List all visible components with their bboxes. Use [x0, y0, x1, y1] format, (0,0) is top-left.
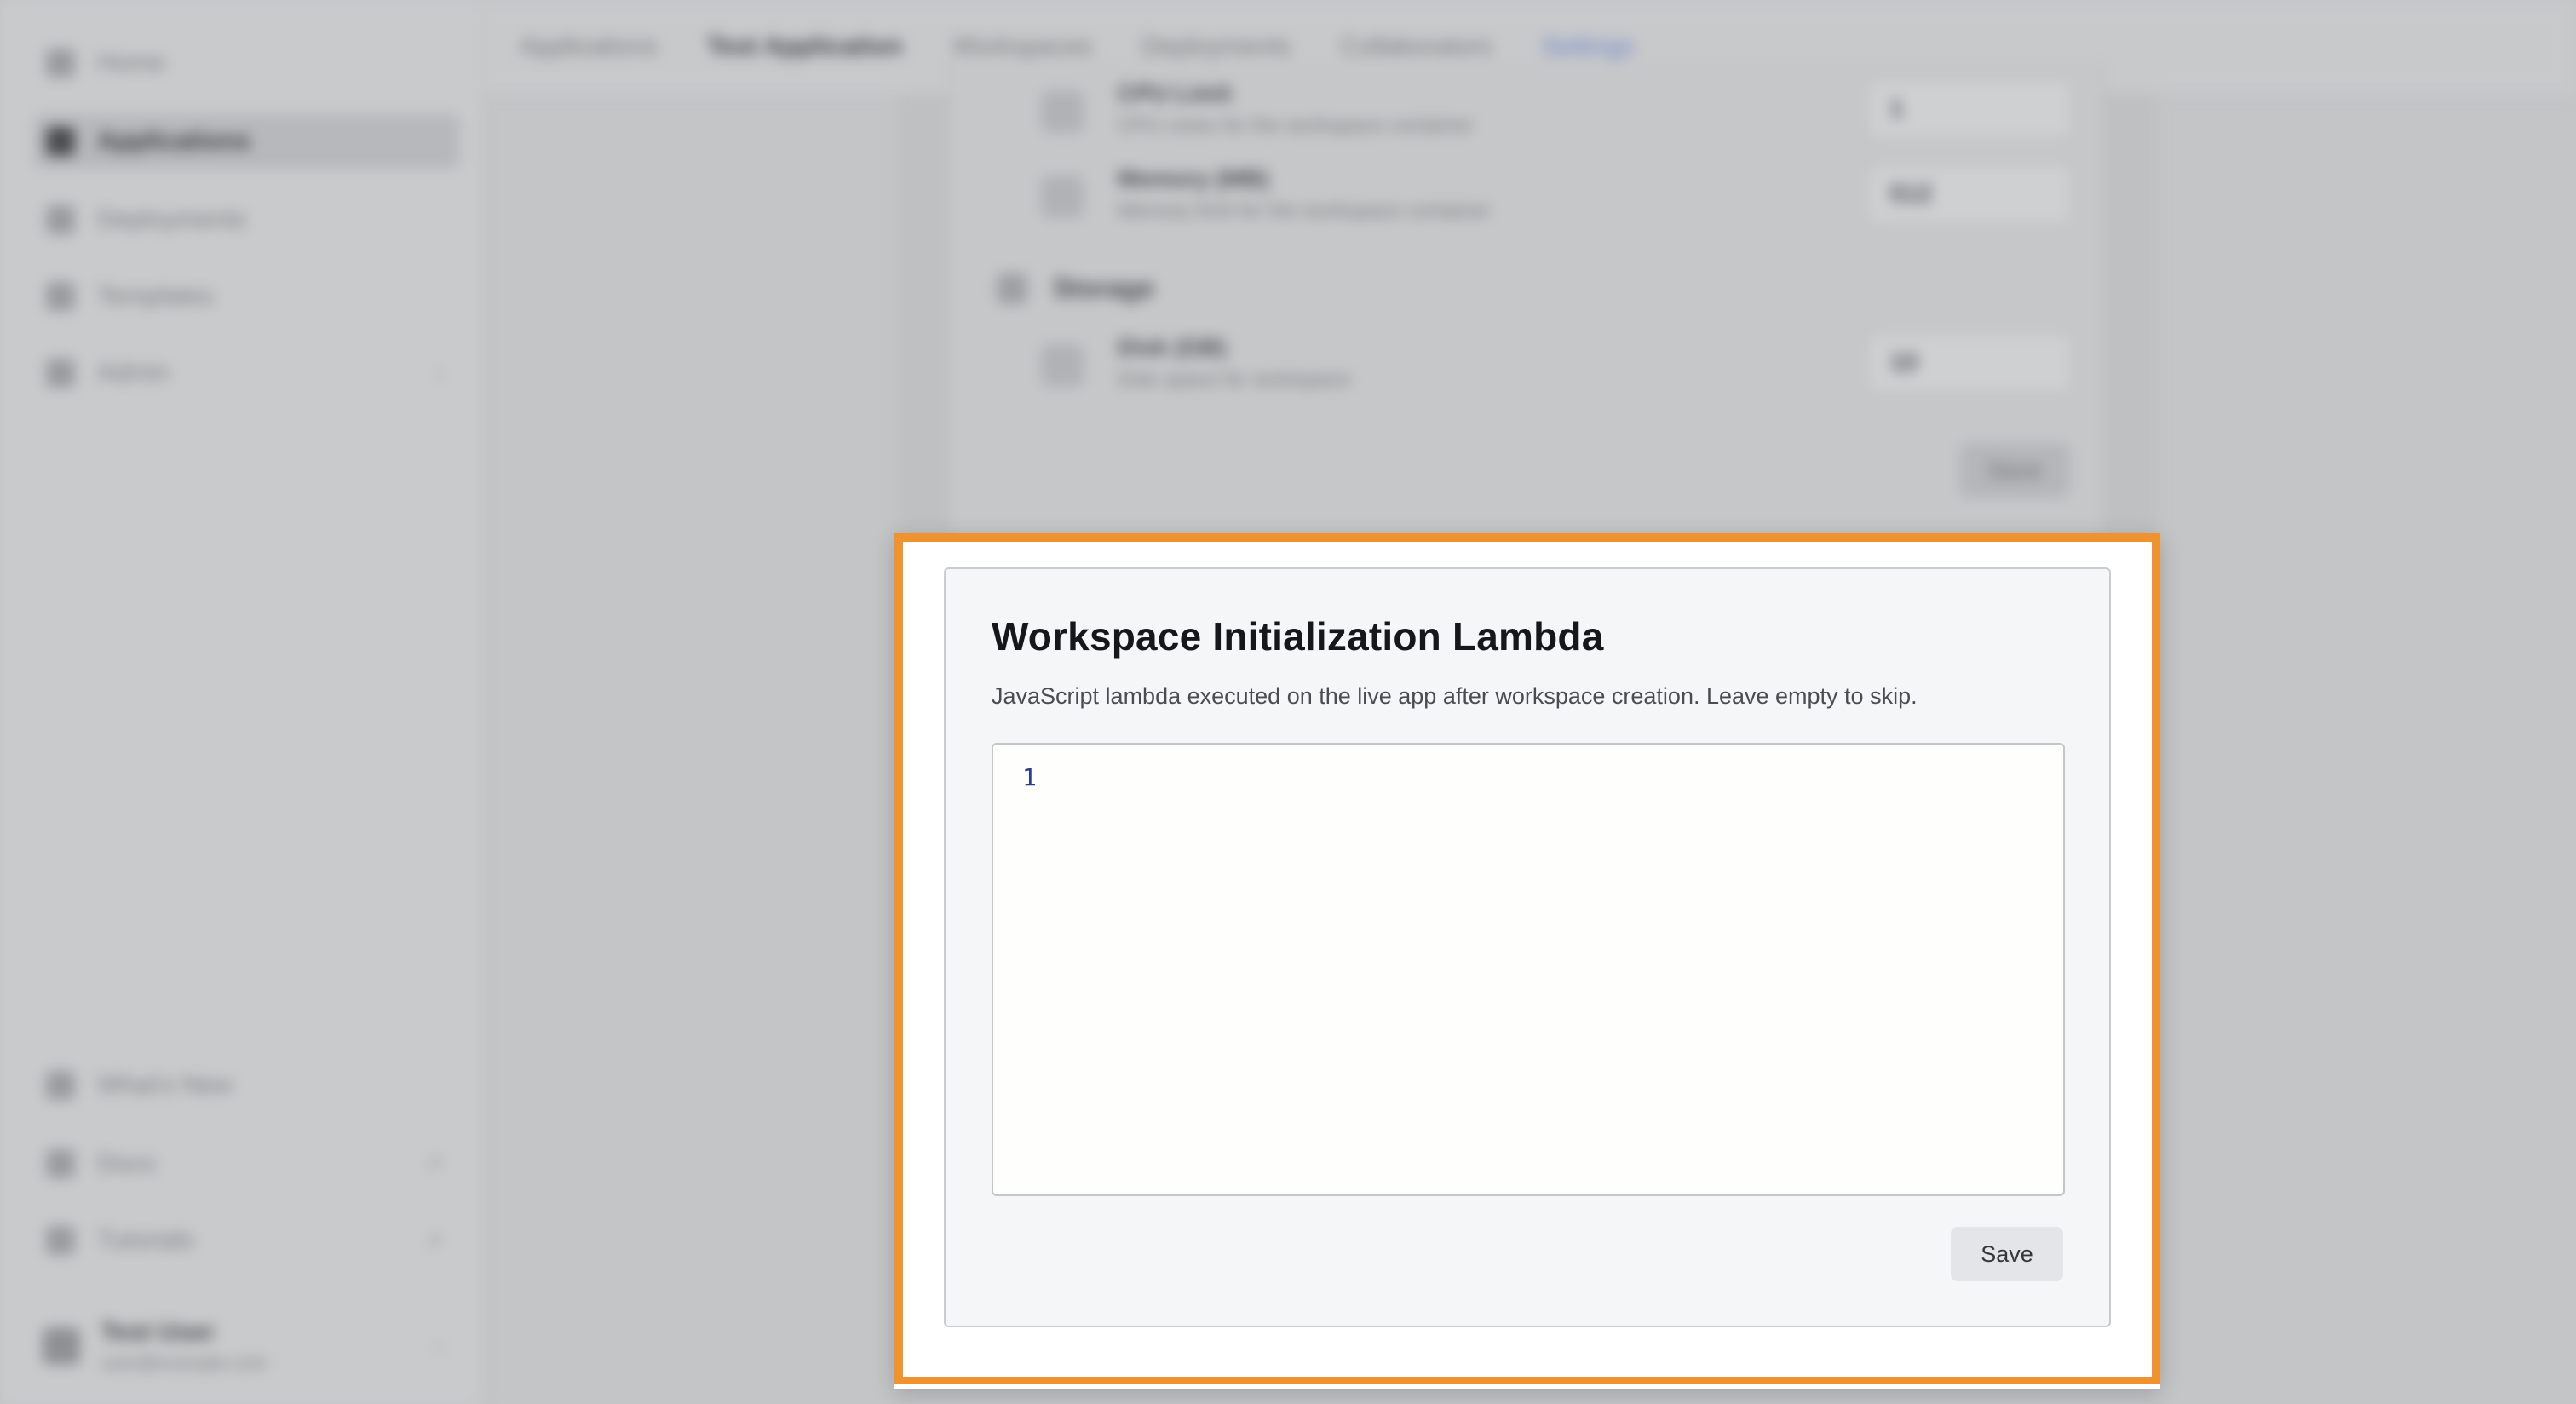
- external-link-icon: ↗: [424, 1227, 443, 1253]
- save-button[interactable]: Save: [1951, 1227, 2063, 1281]
- setting-title: CPU Limit: [1118, 80, 1232, 106]
- code-editor[interactable]: 1: [992, 743, 2065, 1196]
- sidebar-item-label: Templates: [97, 282, 214, 310]
- sidebar-item-admin[interactable]: Admin ›: [34, 346, 460, 400]
- setting-title: Disk (GB): [1118, 334, 1227, 360]
- sidebar-item-label: Docs: [97, 1149, 156, 1177]
- sidebar-item-applications[interactable]: Applications: [34, 114, 460, 169]
- sidebar-item-home[interactable]: Home: [34, 36, 460, 90]
- sidebar: Home Applications Deployments Templates …: [0, 0, 482, 1404]
- disk-input[interactable]: 10: [1867, 332, 2072, 394]
- sidebar-item-label: Tutorials: [97, 1226, 194, 1254]
- external-link-icon: ↗: [424, 1150, 443, 1177]
- cpu-input[interactable]: 1: [1867, 78, 2072, 140]
- sidebar-item-tutorials[interactable]: Tutorials ↗: [34, 1213, 460, 1268]
- tab-applications[interactable]: Applications: [520, 32, 658, 61]
- disk-icon: [1041, 344, 1084, 387]
- shield-icon: [46, 359, 75, 388]
- user-email: user@example.com: [101, 1352, 267, 1373]
- home-icon: [46, 49, 75, 78]
- template-icon: [46, 282, 75, 311]
- tab-workspaces[interactable]: Workspaces: [952, 32, 1093, 61]
- settings-save-button[interactable]: Save: [1959, 443, 2070, 498]
- dialog-description: JavaScript lambda executed on the live a…: [992, 683, 1918, 709]
- setting-title: Memory (MB): [1118, 165, 1269, 192]
- book-icon: [46, 1149, 75, 1178]
- memory-input[interactable]: 512: [1867, 164, 2072, 225]
- sidebar-item-docs[interactable]: Docs ↗: [34, 1136, 460, 1191]
- sidebar-item-label: Admin: [97, 359, 170, 387]
- app-window: Home Applications Deployments Templates …: [0, 0, 2576, 1404]
- user-menu[interactable]: Test User user@example.com ›: [34, 1308, 460, 1384]
- memory-icon: [1041, 176, 1084, 218]
- tab-collaborators[interactable]: Collaborators: [1340, 32, 1492, 61]
- sidebar-item-templates[interactable]: Templates: [34, 269, 460, 324]
- sidebar-item-label: Applications: [97, 127, 251, 155]
- tab-settings[interactable]: Settings: [1541, 32, 1635, 75]
- setting-description: Memory limit for the workspace container: [1118, 199, 1491, 222]
- cpu-icon: [1041, 90, 1084, 133]
- tab-test-application[interactable]: Test Application: [707, 32, 903, 61]
- user-name: Test User: [101, 1318, 216, 1346]
- play-icon: [46, 1226, 75, 1255]
- setting-description: CPU cores for the workspace container: [1118, 114, 1474, 137]
- chevron-right-icon: ›: [435, 1332, 443, 1359]
- line-number: 1: [1022, 763, 1037, 791]
- tab-deployments[interactable]: Deployments: [1141, 32, 1291, 61]
- info-icon: [46, 1071, 75, 1100]
- setting-memory: Memory (MB) Memory limit for the workspa…: [1041, 164, 2072, 240]
- setting-description: Disk space for workspace: [1118, 368, 1351, 391]
- setting-cpu: CPU Limit CPU cores for the workspace co…: [1041, 78, 2072, 155]
- sidebar-item-deployments[interactable]: Deployments: [34, 193, 460, 247]
- storage-icon: [997, 273, 1027, 304]
- grid-icon: [46, 127, 75, 156]
- rocket-icon: [46, 205, 75, 234]
- setting-disk: Disk (GB) Disk space for workspace 10: [1041, 332, 2072, 409]
- sidebar-item-label: Deployments: [97, 205, 247, 233]
- dialog-title: Workspace Initialization Lambda: [992, 614, 1604, 659]
- sidebar-item-label: Home: [97, 49, 166, 77]
- avatar: [43, 1327, 80, 1365]
- sidebar-item-whats-new[interactable]: What's New: [34, 1058, 460, 1113]
- chevron-right-icon: ›: [435, 360, 443, 386]
- section-title: Storage: [997, 273, 1154, 304]
- sidebar-item-label: What's New: [97, 1071, 233, 1099]
- modal-frame-edge: [894, 1384, 2160, 1389]
